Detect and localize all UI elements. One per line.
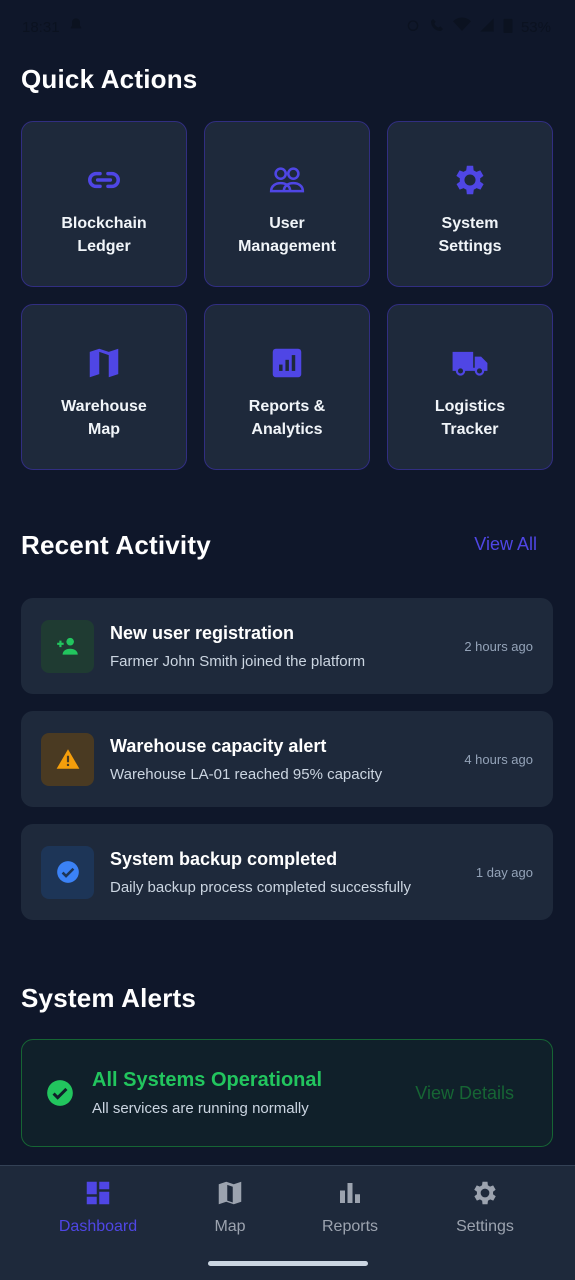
status-bar: 18:31 53%	[0, 0, 575, 54]
quick-actions-title: Quick Actions	[21, 64, 198, 94]
card-label: Logistics Tracker	[434, 398, 506, 438]
activity-description: Warehouse LA-01 reached 95% capacity	[110, 765, 383, 783]
map-icon	[218, 1181, 242, 1205]
activity-item[interactable]: New user registration Farmer John Smith …	[21, 598, 553, 694]
card-label: Reports & Analytics	[248, 398, 326, 438]
card-label: User Management	[238, 215, 336, 255]
nav-label: Dashboard	[58, 1218, 138, 1235]
nav-settings[interactable]: Settings	[415, 1178, 555, 1236]
nav-map[interactable]: Map	[160, 1178, 300, 1236]
activity-item[interactable]: System backup completed Daily backup pro…	[21, 824, 553, 920]
quick-actions-grid: Blockchain Ledger User Management System Se…	[21, 121, 553, 470]
logistics-tracker-card[interactable]: Logistics Tracker	[387, 304, 553, 470]
status-time: 18:31	[22, 18, 60, 36]
check-circle-icon	[41, 845, 94, 899]
blockchain-ledger-card[interactable]: Blockchain Ledger	[21, 121, 187, 287]
call-icon	[429, 17, 445, 37]
nav-label: Map	[214, 1218, 246, 1235]
activity-description: Daily backup process completed successfu…	[110, 878, 411, 896]
view-details-button[interactable]: View Details	[415, 1083, 514, 1104]
alert-title: All Systems Operational	[92, 1069, 323, 1091]
alert-description: All services are running normally	[92, 1100, 309, 1117]
nav-label: Settings	[456, 1218, 514, 1235]
system-alerts-title: System Alerts	[21, 983, 197, 1013]
gear-icon	[474, 1181, 496, 1205]
chart-icon	[267, 343, 307, 383]
card-label: Blockchain Ledger	[61, 215, 147, 255]
activity-title: System backup completed	[110, 848, 338, 869]
activity-title: New user registration	[110, 622, 295, 643]
wifi-icon	[452, 17, 471, 37]
home-indicator[interactable]	[208, 1261, 368, 1266]
warning-icon	[41, 732, 94, 786]
nav-reports[interactable]: Reports	[280, 1178, 420, 1236]
battery-icon	[503, 17, 513, 37]
battery-percent: 53%	[520, 18, 551, 36]
nav-label: Reports	[321, 1218, 379, 1235]
signal-icon	[479, 17, 495, 37]
notification-icon	[68, 17, 84, 37]
link-icon	[84, 160, 124, 200]
activity-time: 1 day ago	[475, 864, 533, 880]
person-add-icon	[41, 619, 94, 673]
users-icon	[267, 160, 307, 200]
activity-time: 2 hours ago	[464, 638, 533, 654]
card-label: Warehouse Map	[61, 398, 147, 438]
bar-chart-icon	[340, 1183, 360, 1203]
activity-time: 4 hours ago	[464, 751, 533, 767]
recent-activity-title: Recent Activity	[21, 530, 211, 560]
system-settings-card[interactable]: System Settings	[387, 121, 553, 287]
dashboard-icon	[86, 1181, 110, 1205]
activity-description: Farmer John Smith joined the platform	[110, 652, 366, 670]
reports-analytics-card[interactable]: Reports & Analytics	[204, 304, 370, 470]
system-status-alert: All Systems Operational All services are…	[21, 1039, 553, 1147]
view-all-link[interactable]: View All	[474, 534, 537, 555]
gear-icon	[450, 160, 490, 200]
activity-title: Warehouse capacity alert	[110, 735, 327, 756]
activity-item[interactable]: Warehouse capacity alert Warehouse LA-01…	[21, 711, 553, 807]
nav-dashboard[interactable]: Dashboard	[28, 1178, 168, 1236]
check-circle-icon	[47, 1080, 73, 1106]
card-label: System Settings	[438, 215, 502, 255]
truck-icon	[450, 343, 490, 383]
alarm-icon	[405, 17, 421, 37]
user-management-card[interactable]: User Management	[204, 121, 370, 287]
map-icon	[84, 343, 124, 383]
warehouse-map-card[interactable]: Warehouse Map	[21, 304, 187, 470]
